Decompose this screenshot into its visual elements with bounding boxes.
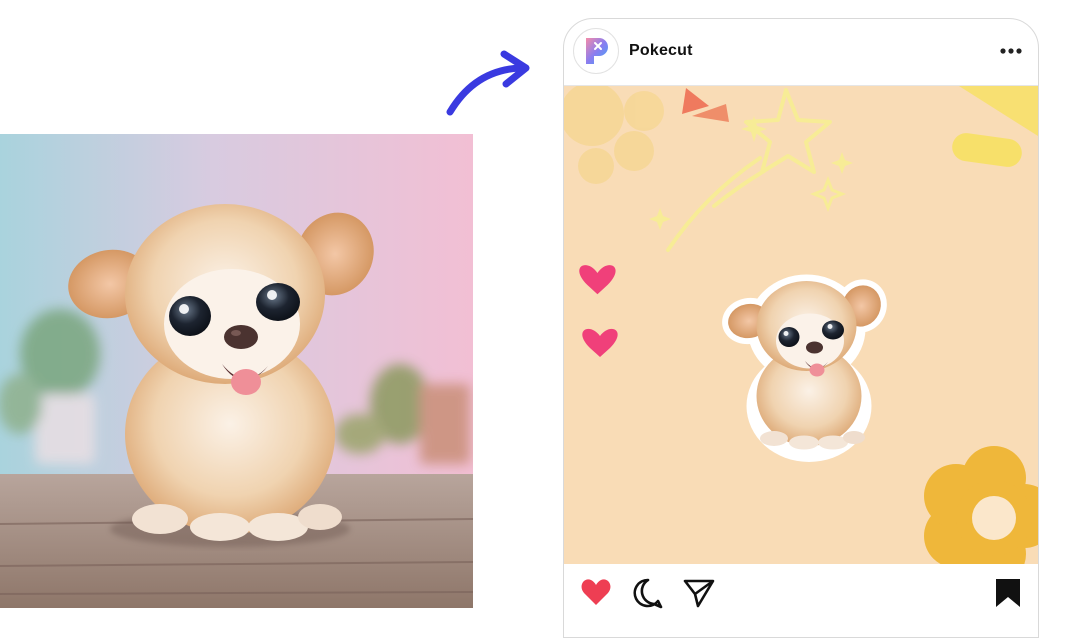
sticker-composition [564, 86, 1038, 564]
more-options-icon[interactable] [998, 39, 1024, 63]
share-icon[interactable] [682, 577, 716, 614]
account-name[interactable]: Pokecut [629, 42, 693, 60]
curved-arrow-icon [440, 40, 540, 130]
pokecut-logo-icon [586, 38, 608, 64]
post-image [564, 86, 1038, 564]
heart-icon[interactable] [580, 577, 612, 612]
bookmark-icon[interactable] [994, 577, 1022, 614]
social-post-card: Pokecut [563, 18, 1039, 638]
post-actions [564, 564, 1038, 624]
puppy-photo-illustration [0, 134, 473, 608]
comment-icon[interactable] [632, 577, 664, 614]
original-photo [0, 134, 473, 608]
post-header: Pokecut [564, 19, 1038, 86]
account-avatar[interactable] [573, 28, 619, 74]
